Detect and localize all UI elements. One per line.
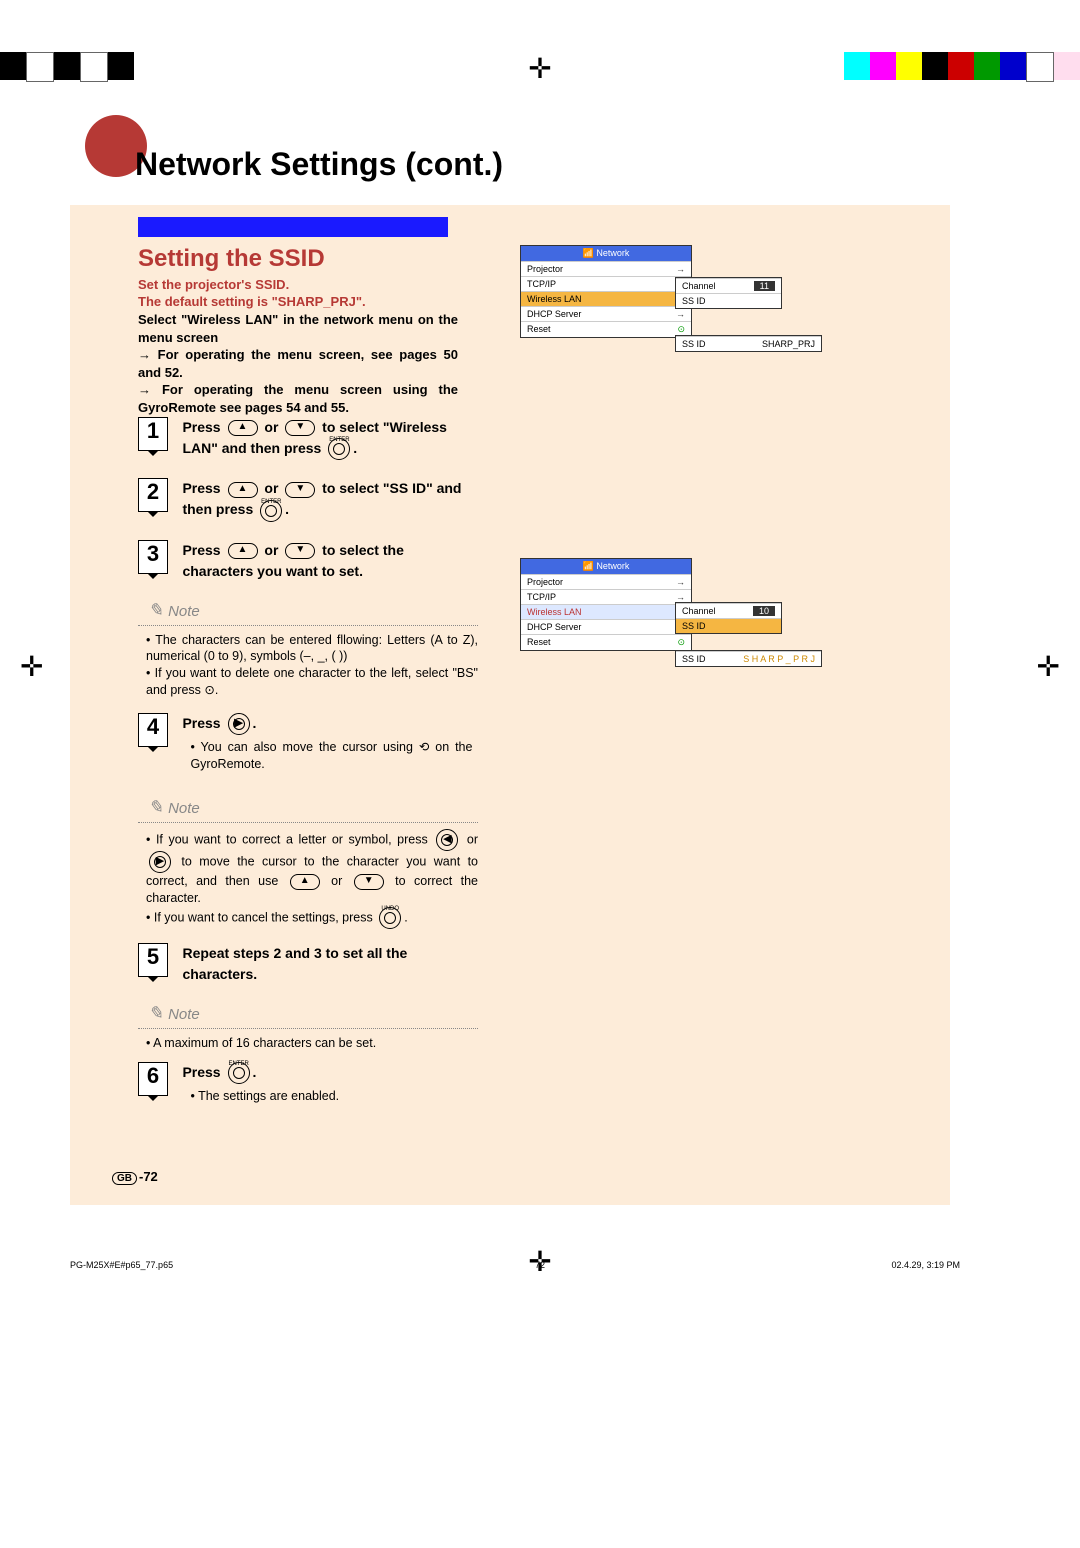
footer-filename: PG-M25X#E#p65_77.p65 [70, 1260, 173, 1548]
menu-item: DHCP Server→ [521, 619, 691, 634]
menu-item-selected: SS ID [676, 618, 781, 633]
menu-item: Projector→ [521, 574, 691, 589]
step-number: 6 [138, 1062, 168, 1096]
menu-screenshot-2: 📶 Network Projector→ TCP/IP→ Wireless LA… [520, 558, 692, 651]
menu-item-selected: Wireless LAN→ [521, 291, 691, 306]
content-panel: Setting the SSID Set the projector's SSI… [70, 205, 950, 1205]
note-heading: Note [148, 1003, 478, 1024]
menu-item: SS ID [676, 293, 781, 308]
submenu-2: Channel10 SS ID [675, 602, 782, 634]
steps-list: 1 Press ▲ or ▼ to select "Wireless LAN" … [138, 417, 478, 1129]
section-bar [138, 217, 448, 237]
menu-item: Channel10 [676, 603, 781, 618]
note-text: • The characters can be entered fllowing… [146, 632, 478, 700]
step-number: 3 [138, 540, 168, 574]
manual-page: ✛ ✛ ✛ Network Settings (cont.) Setting t… [0, 0, 1080, 1528]
submenu-1: Channel11 SS ID [675, 277, 782, 309]
step-number: 5 [138, 943, 168, 977]
divider [138, 1028, 478, 1029]
step-3: 3 Press ▲ or ▼ to select the characters … [138, 540, 478, 582]
step-5: 5 Repeat steps 2 and 3 to set all the ch… [138, 943, 478, 985]
page-number: GB-72 [112, 1169, 158, 1185]
note-text: • If you want to correct a letter or sym… [146, 829, 478, 929]
menu-item: TCP/IP→ [521, 276, 691, 291]
crop-mark-bottom: ✛ [528, 1245, 551, 1468]
step-text: Repeat steps 2 and 3 to set all the char… [182, 943, 472, 985]
menu-item: Projector→ [521, 261, 691, 276]
divider [138, 625, 478, 626]
right-icon: ▶ [228, 713, 250, 735]
section-intro-red: Set the projector's SSID. The default se… [138, 277, 458, 311]
crop-mark-right: ✛ [1037, 650, 1060, 683]
page-title: Network Settings (cont.) [135, 146, 503, 183]
crop-mark-top: ✛ [528, 52, 551, 85]
undo-icon: UNDO [379, 907, 401, 929]
menu-item: Reset⊙ [521, 321, 691, 337]
step-1: 1 Press ▲ or ▼ to select "Wireless LAN" … [138, 417, 478, 460]
step-4: 4 Press ▶. • You can also move the curso… [138, 713, 478, 779]
note-heading: Note [148, 797, 478, 818]
step-number: 1 [138, 417, 168, 451]
note-heading: Note [148, 600, 478, 621]
left-icon: ◀ [436, 829, 458, 851]
crop-mark-left: ✛ [20, 650, 43, 683]
menu-header: 📶 Network [521, 246, 691, 261]
down-icon: ▼ [285, 543, 315, 559]
menu-item: Channel11 [676, 278, 781, 293]
step-text: Press ENTER. • The settings are enabled. [182, 1062, 472, 1111]
menu-item: SS IDSHARP_PRJ [676, 336, 821, 351]
down-icon: ▼ [285, 482, 315, 498]
step-text: Press ▲ or ▼ to select the characters yo… [182, 540, 472, 582]
menu-screenshot-1: 📶 Network Projector→ TCP/IP→ Wireless LA… [520, 245, 692, 338]
menu-item: Wireless LAN→ [521, 604, 691, 619]
step-text: Press ▲ or ▼ to select "SS ID" and then … [182, 478, 472, 521]
colorbar-left [0, 52, 134, 80]
up-icon: ▲ [228, 482, 258, 498]
enter-icon: ENTER [228, 1062, 250, 1084]
menu-item: TCP/IP→ [521, 589, 691, 604]
enter-icon: ENTER [328, 438, 350, 460]
step-6: 6 Press ENTER. • The settings are enable… [138, 1062, 478, 1111]
ssid-value-1: SS IDSHARP_PRJ [675, 335, 822, 352]
step-2: 2 Press ▲ or ▼ to select "SS ID" and the… [138, 478, 478, 521]
menu-item: DHCP Server→ [521, 306, 691, 321]
step-number: 2 [138, 478, 168, 512]
footer-date: 02.4.29, 3:19 PM [891, 1260, 960, 1548]
section-intro-black: Select "Wireless LAN" in the network men… [138, 311, 458, 416]
up-icon: ▲ [228, 543, 258, 559]
menu-item: Reset⊙ [521, 634, 691, 650]
note-text: • A maximum of 16 characters can be set. [146, 1035, 478, 1052]
menu-item: SS IDS H A R P _ P R J [676, 651, 821, 666]
right-icon: ▶ [149, 851, 171, 873]
step-text: Press ▶. • You can also move the cursor … [182, 713, 472, 779]
up-icon: ▲ [290, 874, 320, 890]
down-icon: ▼ [285, 420, 315, 436]
divider [138, 822, 478, 823]
step-number: 4 [138, 713, 168, 747]
enter-icon: ENTER [260, 500, 282, 522]
step-text: Press ▲ or ▼ to select "Wireless LAN" an… [182, 417, 472, 460]
colorbar-right [844, 52, 1080, 80]
section-title: Setting the SSID [138, 245, 325, 273]
ssid-value-2: SS IDS H A R P _ P R J [675, 650, 822, 667]
up-icon: ▲ [228, 420, 258, 436]
language-badge: GB [112, 1172, 137, 1185]
menu-header: 📶 Network [521, 559, 691, 574]
down-icon: ▼ [354, 874, 384, 890]
